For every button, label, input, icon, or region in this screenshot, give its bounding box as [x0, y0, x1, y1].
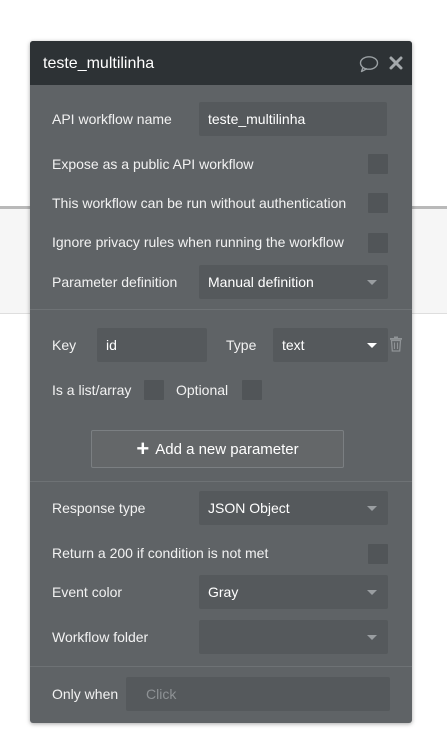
parameter-definition-label: Parameter definition	[52, 274, 178, 290]
chevron-down-icon	[367, 590, 377, 595]
type-label: Type	[226, 337, 257, 353]
trash-icon[interactable]	[389, 336, 403, 352]
only-when-condition-input[interactable]: Click	[126, 677, 390, 711]
return-200-checkbox[interactable]	[368, 544, 388, 564]
comment-icon[interactable]	[359, 55, 379, 73]
chevron-down-icon	[367, 343, 377, 348]
type-dropdown[interactable]: text	[273, 328, 388, 362]
response-type-dropdown[interactable]: JSON Object	[199, 491, 388, 525]
event-color-value: Gray	[208, 584, 239, 600]
only-when-label: Only when	[52, 686, 119, 702]
workflow-properties-panel: teste_multilinha API workflow name teste…	[30, 41, 412, 723]
chevron-down-icon	[367, 506, 377, 511]
parameter-definition-dropdown[interactable]: Manual definition	[199, 265, 388, 299]
divider	[30, 481, 412, 482]
is-list-label: Is a list/array	[52, 382, 132, 398]
return-200-label: Return a 200 if condition is not met	[52, 545, 269, 561]
chevron-down-icon	[367, 280, 377, 285]
key-input[interactable]: id	[97, 328, 207, 362]
response-type-value: JSON Object	[208, 500, 290, 516]
divider	[30, 309, 412, 310]
add-parameter-button[interactable]: + Add a new parameter	[91, 430, 344, 468]
no-auth-label: This workflow can be run without authent…	[52, 195, 347, 211]
event-color-label: Event color	[52, 584, 123, 600]
is-list-checkbox[interactable]	[144, 380, 164, 400]
panel-title: teste_multilinha	[43, 55, 155, 72]
ignore-privacy-checkbox[interactable]	[368, 233, 388, 253]
add-parameter-label: Add a new parameter	[155, 441, 299, 458]
response-type-label: Response type	[52, 500, 146, 516]
event-color-dropdown[interactable]: Gray	[199, 575, 388, 609]
divider	[30, 666, 412, 667]
expose-public-checkbox[interactable]	[368, 154, 388, 174]
workflow-folder-label: Workflow folder	[52, 629, 149, 645]
parameter-definition-value: Manual definition	[208, 274, 314, 290]
close-icon[interactable]	[389, 56, 403, 70]
panel-header: teste_multilinha	[30, 41, 412, 85]
chevron-down-icon	[367, 635, 377, 640]
optional-label: Optional	[176, 382, 229, 398]
no-auth-checkbox[interactable]	[368, 193, 388, 213]
key-label: Key	[52, 337, 77, 353]
plus-icon: +	[136, 436, 150, 461]
type-value: text	[282, 337, 305, 353]
ignore-privacy-label: Ignore privacy rules when running the wo…	[52, 234, 344, 250]
expose-public-label: Expose as a public API workflow	[52, 156, 254, 172]
api-workflow-name-label: API workflow name	[52, 111, 172, 127]
api-workflow-name-input[interactable]: teste_multilinha	[199, 102, 387, 136]
optional-checkbox[interactable]	[242, 380, 262, 400]
workflow-folder-dropdown[interactable]	[199, 620, 388, 654]
